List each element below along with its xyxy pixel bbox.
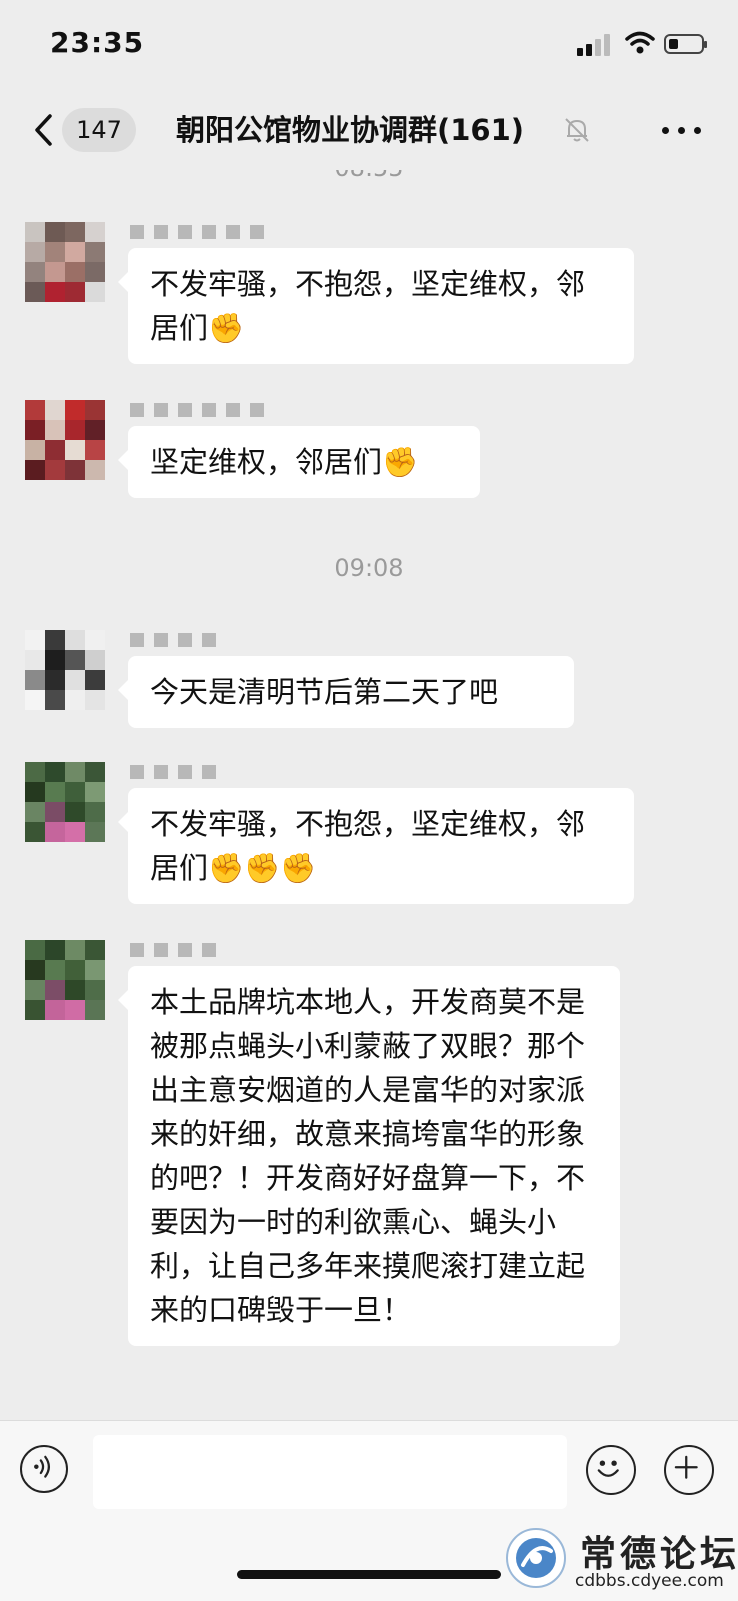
message-bubble[interactable]: 不发牢骚，不抱怨，坚定维权，邻居们✊✊✊ xyxy=(118,788,634,904)
unread-count-badge[interactable]: 147 xyxy=(62,108,136,152)
sender-name-blurred xyxy=(130,762,216,782)
bell-muted-icon xyxy=(565,118,589,142)
avatar[interactable] xyxy=(25,630,105,710)
emoji-icon[interactable] xyxy=(586,1445,636,1495)
message-bubble[interactable]: 坚定维权，邻居们✊ xyxy=(118,426,480,498)
sender-name-blurred xyxy=(130,630,216,650)
chat-title: 朝阳公馆物业协调群(161) xyxy=(176,113,525,147)
sender-name-blurred xyxy=(130,940,216,960)
watermark-url: cdbbs.cdyee.com xyxy=(575,1571,724,1591)
signal-icon xyxy=(577,34,611,56)
forum-logo-icon xyxy=(506,1528,566,1588)
status-bar: 23:35 xyxy=(0,0,738,90)
avatar[interactable] xyxy=(25,222,105,302)
chat-area[interactable]: 08:55 不发牢骚，不抱怨，坚定维权，邻居们✊ 坚定维权，邻居们✊ 09:08 xyxy=(0,170,738,1420)
battery-icon xyxy=(664,34,707,54)
message-bubble[interactable]: 本土品牌坑本地人，开发商莫不是被那点蝇头小利蒙蔽了双眼？那个出主意安烟道的人是富… xyxy=(118,966,620,1346)
watermark: 常德论坛 cdbbs.cdyee.com xyxy=(505,1525,736,1597)
voice-icon[interactable] xyxy=(20,1445,68,1493)
wifi-icon xyxy=(625,31,655,54)
message-input[interactable] xyxy=(93,1435,567,1509)
more-dots-icon[interactable] xyxy=(660,114,704,146)
status-time: 23:35 xyxy=(50,26,145,59)
plus-icon[interactable] xyxy=(664,1445,714,1495)
chevron-left-icon[interactable] xyxy=(30,112,60,148)
sender-name-blurred xyxy=(130,400,264,420)
message-bubble[interactable]: 今天是清明节后第二天了吧 xyxy=(118,656,574,728)
message-bubble[interactable]: 不发牢骚，不抱怨，坚定维权，邻居们✊ xyxy=(118,248,634,364)
watermark-title: 常德论坛 xyxy=(580,1533,738,1575)
avatar[interactable] xyxy=(25,940,105,1020)
home-indicator xyxy=(237,1570,501,1579)
nav-bar: 147 朝阳公馆物业协调群(161) xyxy=(0,90,738,170)
avatar[interactable] xyxy=(25,762,105,842)
avatar[interactable] xyxy=(25,400,105,480)
timestamp: 09:08 xyxy=(334,554,404,582)
timestamp-partial: 08:55 xyxy=(0,170,738,182)
sender-name-blurred xyxy=(130,222,264,242)
